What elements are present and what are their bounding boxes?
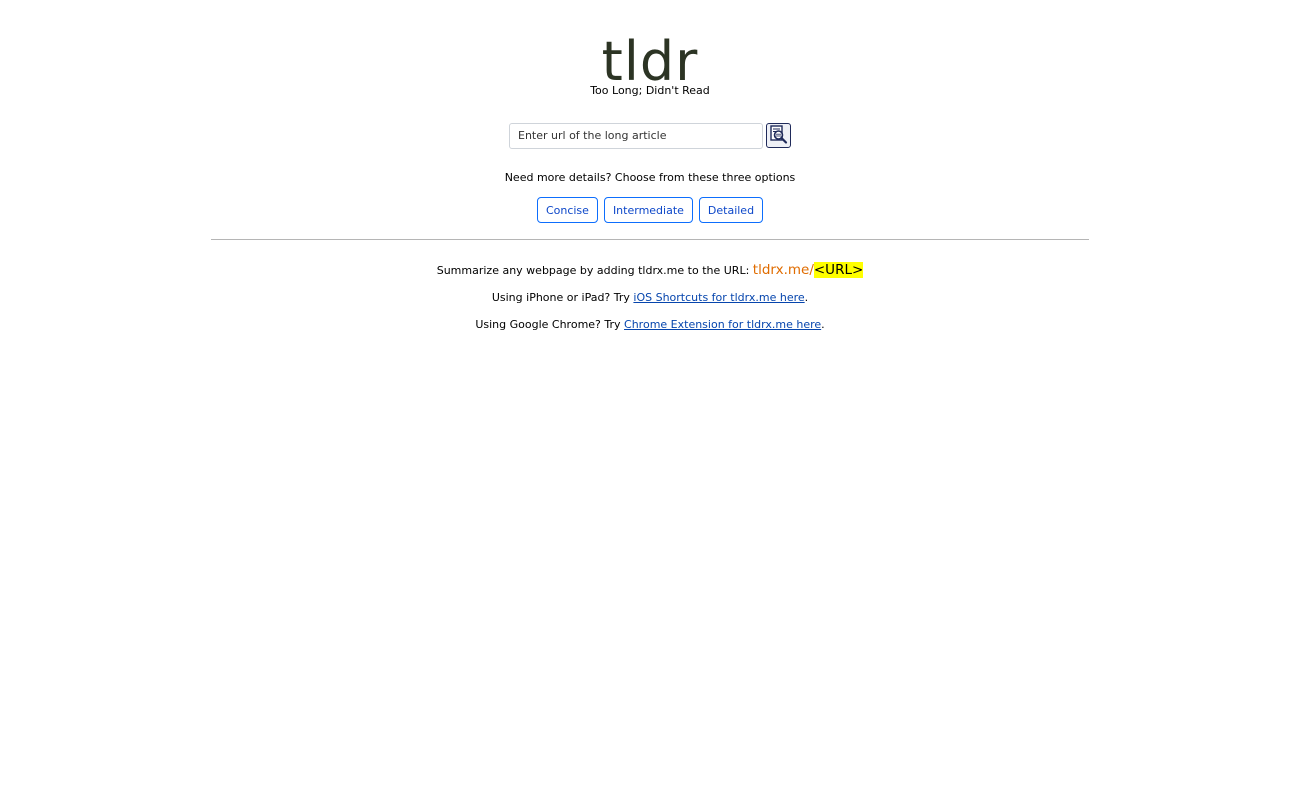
intermediate-button[interactable]: Intermediate [603, 197, 693, 223]
detailed-button[interactable]: Detailed [698, 197, 764, 223]
ios-shortcuts-link[interactable]: iOS Shortcuts for tldrx.me here [633, 291, 804, 304]
tagline: Too Long; Didn't Read [590, 84, 710, 97]
url-prefix: tldrx.me/ [752, 262, 814, 278]
ios-tip: Using iPhone or iPad? Try iOS Shortcuts … [0, 290, 1300, 306]
url-input[interactable] [509, 122, 763, 149]
chrome-tip: Using Google Chrome? Try Chrome Extensio… [0, 317, 1300, 333]
url-tip: Summarize any webpage by adding tldrx.me… [0, 262, 1300, 279]
chrome-tip-suffix: . [821, 318, 825, 331]
url-tip-text: Summarize any webpage by adding tldrx.me… [436, 264, 753, 277]
concise-button[interactable]: Concise [536, 197, 598, 223]
divider [211, 239, 1089, 240]
detail-options: Concise Intermediate Detailed [0, 197, 1300, 223]
ios-tip-text: Using iPhone or iPad? Try [491, 291, 634, 304]
page: tldr Too Long; Didn't Read Need more det… [0, 0, 1300, 788]
summarize-button[interactable] [766, 123, 791, 148]
document-search-icon [768, 124, 789, 148]
options-prompt: Need more details? Choose from these thr… [504, 171, 796, 184]
chrome-extension-link[interactable]: Chrome Extension for tldrx.me here [624, 318, 821, 331]
chrome-tip-text: Using Google Chrome? Try [475, 318, 625, 331]
url-placeholder: <URL> [813, 262, 864, 278]
ios-tip-suffix: . [804, 291, 809, 304]
search-form [509, 122, 793, 149]
